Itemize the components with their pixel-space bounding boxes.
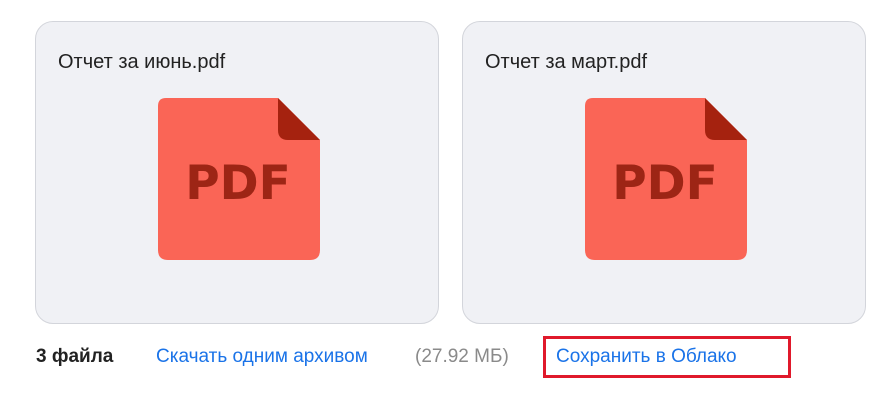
attachments-footer: 3 файла Скачать одним архивом (27.92 МБ)… [0,336,883,380]
attachment-card[interactable]: Отчет за март.pdf PDF [462,21,866,324]
attachment-filename: Отчет за июнь.pdf [58,51,226,73]
pdf-file-icon: PDF [158,98,320,260]
attachment-filename: Отчет за март.pdf [485,51,648,73]
download-archive-link[interactable]: Скачать одним архивом [156,346,368,368]
pdf-icon-label: PDF [185,156,291,211]
save-to-cloud-link[interactable]: Сохранить в Облако [556,346,737,368]
file-count: 3 файла [36,346,114,367]
pdf-file-icon: PDF [585,98,747,260]
attachment-card[interactable]: Отчет за июнь.pdf PDF [35,21,439,324]
pdf-icon-label: PDF [612,156,718,211]
archive-size: (27.92 МБ) [415,346,509,367]
